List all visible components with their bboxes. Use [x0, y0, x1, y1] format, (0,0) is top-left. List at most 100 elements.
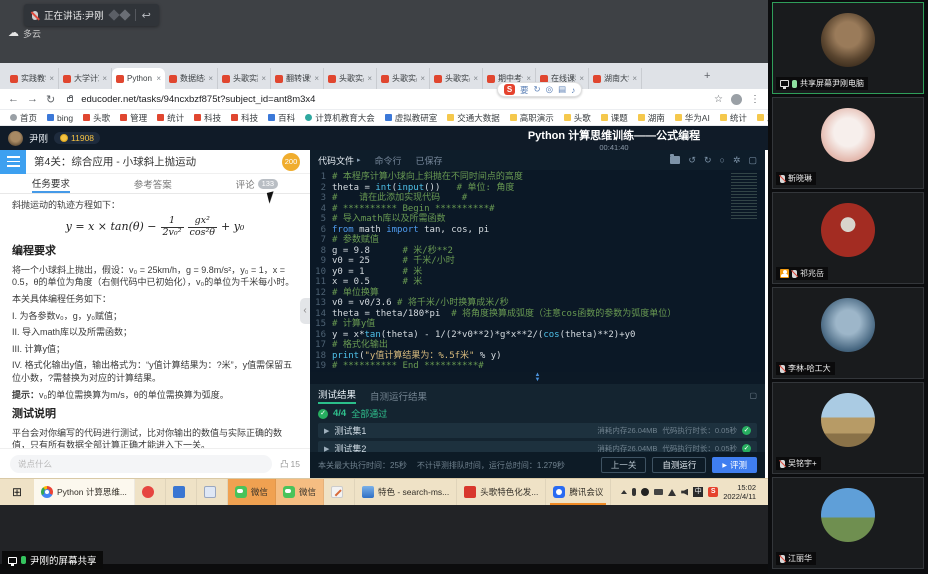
- expand-row-icon[interactable]: ▶: [324, 427, 329, 435]
- participant-tile[interactable]: 吴铭宇+: [772, 382, 924, 474]
- bookmark-item[interactable]: 头歌: [564, 112, 591, 124]
- bookmark-star-icon[interactable]: ☆: [714, 94, 723, 105]
- tab-close-icon[interactable]: ×: [420, 74, 425, 83]
- participant-tile[interactable]: 李林-哈工大: [772, 287, 924, 379]
- screen-share-badge[interactable]: 尹刚的屏幕共享: [2, 551, 103, 569]
- tray-icon[interactable]: [693, 487, 703, 497]
- taskbar-app[interactable]: [135, 479, 166, 505]
- tab-close-icon[interactable]: ×: [367, 74, 372, 83]
- browser-menu-icon[interactable]: ⋮: [750, 94, 760, 105]
- sogou-ime-toolbar[interactable]: S 要 ↻ ◎ ▤ ♪: [497, 82, 582, 97]
- bookmark-item[interactable]: 湖南: [638, 112, 665, 124]
- ime-tool-icon[interactable]: ♪: [571, 85, 575, 95]
- tab-code-file[interactable]: 代码文件▸: [318, 154, 361, 167]
- bookmark-item[interactable]: 科技: [231, 112, 258, 124]
- previous-level-button[interactable]: 上一关: [601, 457, 647, 473]
- participant-tile[interactable]: 祁兆岳: [772, 192, 924, 284]
- ime-tool-icon[interactable]: 要: [520, 84, 529, 96]
- tray-icon[interactable]: [654, 489, 663, 495]
- taskbar-app[interactable]: Python 计算思维...: [34, 479, 135, 505]
- browser-tab[interactable]: 翻转课堂 ×: [271, 68, 324, 89]
- tray-icon[interactable]: [641, 488, 649, 496]
- tray-icon[interactable]: [681, 489, 688, 496]
- coin-badge[interactable]: 11908: [54, 132, 100, 144]
- taskbar-app[interactable]: [166, 479, 197, 505]
- taskbar-app[interactable]: 特色 - search-ms...: [355, 479, 457, 505]
- tab-close-icon[interactable]: ×: [156, 74, 161, 83]
- undo-icon[interactable]: ↺: [688, 155, 696, 166]
- evaluate-button[interactable]: ▶评测: [712, 457, 757, 473]
- taskbar-app[interactable]: [197, 479, 228, 505]
- forward-icon[interactable]: →: [27, 93, 38, 105]
- tab-close-icon[interactable]: ×: [473, 74, 478, 83]
- browser-tab[interactable]: 湖南大学 ×: [589, 68, 642, 89]
- profile-avatar[interactable]: [731, 94, 742, 105]
- browser-tab[interactable]: 实践教学 ×: [6, 68, 59, 89]
- participant-tile[interactable]: 靳晓琳: [772, 97, 924, 189]
- tray-icon[interactable]: [621, 490, 627, 494]
- test-set-row[interactable]: ▶ 测试集1 消耗内存26.04MB 代码执行时长：0.05秒 ✓: [318, 423, 757, 438]
- bookmark-item[interactable]: 虚拟教研室: [385, 112, 438, 124]
- tab-close-icon[interactable]: ×: [49, 74, 54, 83]
- tab-close-icon[interactable]: ×: [579, 74, 584, 83]
- bookmark-item[interactable]: 百科: [268, 112, 295, 124]
- taskbar-app[interactable]: 腾讯会议: [546, 479, 611, 505]
- tab-command-line[interactable]: 命令行: [375, 154, 402, 167]
- new-tab-button[interactable]: +: [704, 70, 710, 82]
- taskbar-app[interactable]: 微信: [228, 479, 276, 505]
- ime-tool-icon[interactable]: ↻: [534, 84, 541, 95]
- reset-icon[interactable]: ↻: [704, 155, 712, 166]
- browser-tab[interactable]: Python 计 ×: [112, 68, 165, 89]
- return-arrow-icon[interactable]: ↩: [142, 9, 151, 22]
- tab-close-icon[interactable]: ×: [261, 74, 266, 83]
- like-button[interactable]: 凸15: [280, 458, 300, 470]
- code-editor[interactable]: 1 # 本程序计算小球向上斜抛在不同时间点的高度 2 theta = int(i…: [310, 170, 765, 372]
- bookmark-item[interactable]: bing: [47, 113, 73, 123]
- taskbar-clock[interactable]: 15:02 2022/4/11: [723, 483, 756, 501]
- ime-tool-icon[interactable]: ▤: [558, 84, 566, 95]
- editor-minimap[interactable]: [731, 173, 757, 221]
- browser-tab[interactable]: 数据结构 ×: [165, 68, 218, 89]
- ime-tool-icon[interactable]: ◎: [546, 84, 553, 95]
- comment-input[interactable]: [10, 455, 272, 473]
- browser-tab[interactable]: 大学计算 ×: [59, 68, 112, 89]
- tab-comments[interactable]: 评论133: [236, 174, 279, 193]
- tab-test-results[interactable]: 测试结果: [318, 387, 356, 404]
- bookmark-item[interactable]: 管理: [120, 112, 147, 124]
- tab-close-icon[interactable]: ×: [102, 74, 107, 83]
- start-button[interactable]: ⊞: [0, 479, 34, 505]
- history-icon[interactable]: ○: [720, 155, 725, 165]
- bookmark-item[interactable]: 统计: [720, 112, 747, 124]
- taskbar-app[interactable]: [324, 479, 355, 505]
- expand-panel-icon[interactable]: ▢: [749, 391, 757, 400]
- browser-tab[interactable]: 头歌实战 ×: [430, 68, 483, 89]
- fullscreen-icon[interactable]: ▢: [748, 155, 757, 166]
- participant-tile[interactable]: 江丽华: [772, 477, 924, 569]
- bookmark-item[interactable]: 统计: [157, 112, 184, 124]
- menu-icon[interactable]: [0, 150, 26, 174]
- user-avatar[interactable]: [8, 131, 23, 146]
- tab-close-icon[interactable]: ×: [632, 74, 637, 83]
- tab-self-run-results[interactable]: 自测运行结果: [370, 389, 427, 403]
- tray-icon[interactable]: [708, 487, 718, 497]
- settings-icon[interactable]: ✲: [733, 155, 741, 166]
- bookmark-item[interactable]: 工程教育专业认证: [757, 112, 768, 124]
- panel-splitter[interactable]: ▲▼: [310, 372, 765, 384]
- tab-close-icon[interactable]: ×: [208, 74, 213, 83]
- address-bar[interactable]: educoder.net/tasks/94ncxbzf875t?subject_…: [81, 94, 706, 105]
- browser-tab[interactable]: 头歌实战 ×: [377, 68, 430, 89]
- browser-tab[interactable]: 头歌实践 ×: [218, 68, 271, 89]
- browser-tab[interactable]: 头歌实战 ×: [324, 68, 377, 89]
- tray-icon[interactable]: [632, 488, 636, 496]
- bookmark-item[interactable]: 华为AI: [675, 112, 710, 124]
- sogou-logo-icon[interactable]: S: [504, 84, 515, 95]
- folder-icon[interactable]: [670, 156, 680, 164]
- tray-icon[interactable]: [668, 489, 676, 496]
- bookmark-item[interactable]: 头歌: [83, 112, 110, 124]
- taskbar-app[interactable]: 头歌特色化发...: [457, 479, 546, 505]
- participant-tile[interactable]: 共享屏幕尹刚电脑: [772, 2, 924, 94]
- bookmark-item[interactable]: 计算机教育大会: [305, 112, 375, 124]
- bookmark-item[interactable]: 高职演示: [510, 112, 554, 124]
- collapse-pane-handle[interactable]: ‹: [300, 298, 310, 324]
- self-run-button[interactable]: 自测运行: [652, 457, 706, 473]
